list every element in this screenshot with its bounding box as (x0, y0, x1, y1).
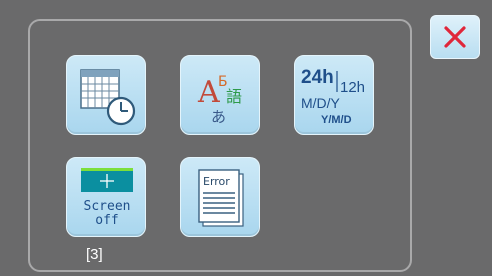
language-tile[interactable]: A Б 語 あ (180, 55, 260, 135)
language-icon: A Б 語 あ (197, 74, 242, 126)
error-document-icon: Error (198, 169, 244, 227)
hour24-text: 24h (301, 67, 334, 88)
screen-off-line2: off (95, 213, 118, 228)
close-x-icon (444, 26, 466, 48)
screen-off-icon: Screen off (81, 168, 133, 228)
page-indicator: [3] (86, 246, 103, 263)
error-log-tile[interactable]: Error (180, 157, 260, 237)
close-button[interactable] (430, 15, 480, 59)
lang-glyph-cjk: 語 (226, 87, 242, 106)
error-title-text: Error (203, 175, 230, 188)
ymd-text: Y/M/D (321, 114, 352, 126)
mdy-text: M/D/Y (301, 95, 341, 111)
lang-glyph-a: A (197, 75, 220, 110)
screen-off-line1: Screen (84, 199, 131, 214)
date-format-icon: 24h 12h M/D/Y Y/M/D (301, 67, 365, 126)
lang-glyph-kana: あ (211, 108, 226, 126)
screen-off-tile[interactable]: Screen off (66, 157, 146, 237)
hour12-text: 12h (340, 79, 365, 96)
date-format-tile[interactable]: 24h 12h M/D/Y Y/M/D (294, 55, 374, 135)
date-time-tile[interactable] (66, 55, 146, 135)
calendar-clock-icon (80, 69, 136, 126)
